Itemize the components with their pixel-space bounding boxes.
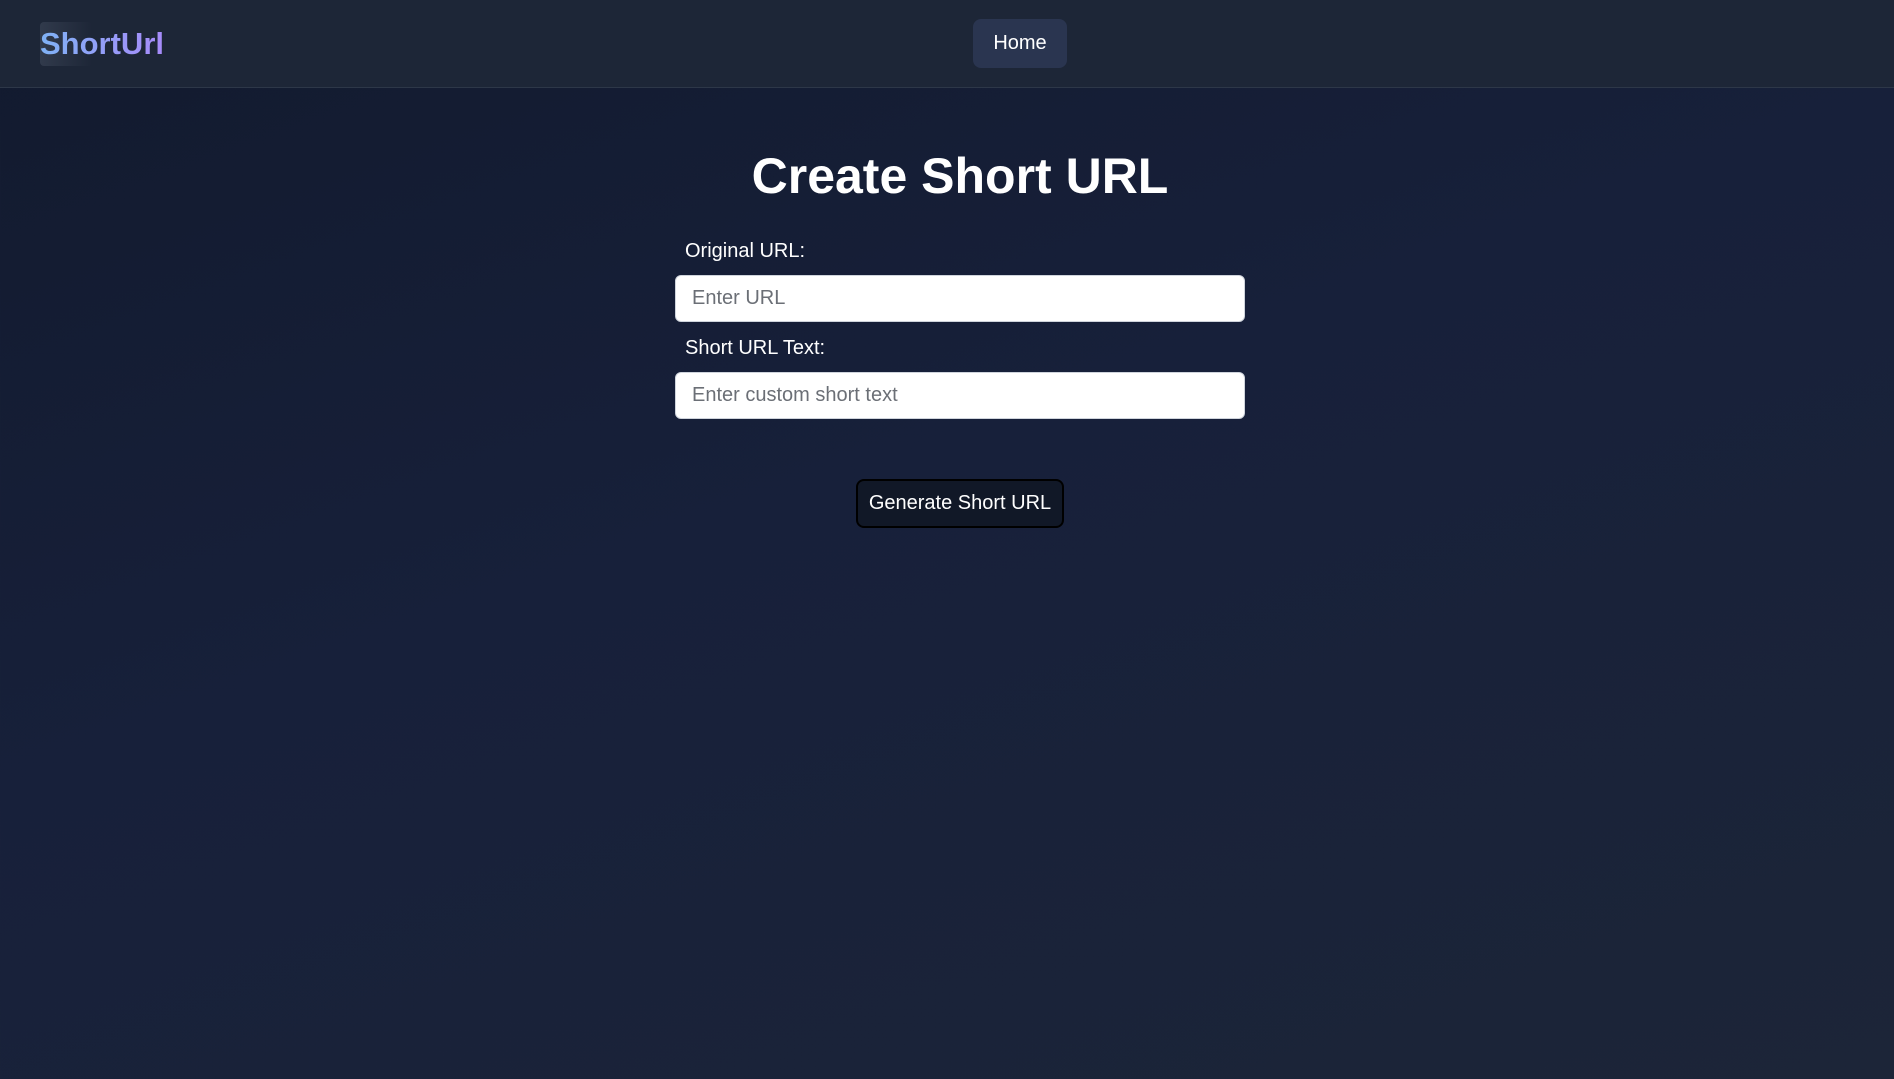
original-url-input[interactable] — [675, 275, 1245, 322]
short-url-text-input[interactable] — [675, 372, 1245, 419]
original-url-label: Original URL: — [685, 240, 806, 262]
short-url-text-label: Short URL Text: — [685, 337, 826, 359]
top-navbar: ShortUrl Home — [0, 0, 1894, 88]
generate-short-url-button[interactable]: Generate Short URL — [856, 479, 1064, 528]
page-title: Create Short URL — [751, 148, 1169, 204]
nav-home-button[interactable]: Home — [973, 19, 1067, 68]
brand-logo-link[interactable]: ShortUrl — [40, 22, 164, 66]
